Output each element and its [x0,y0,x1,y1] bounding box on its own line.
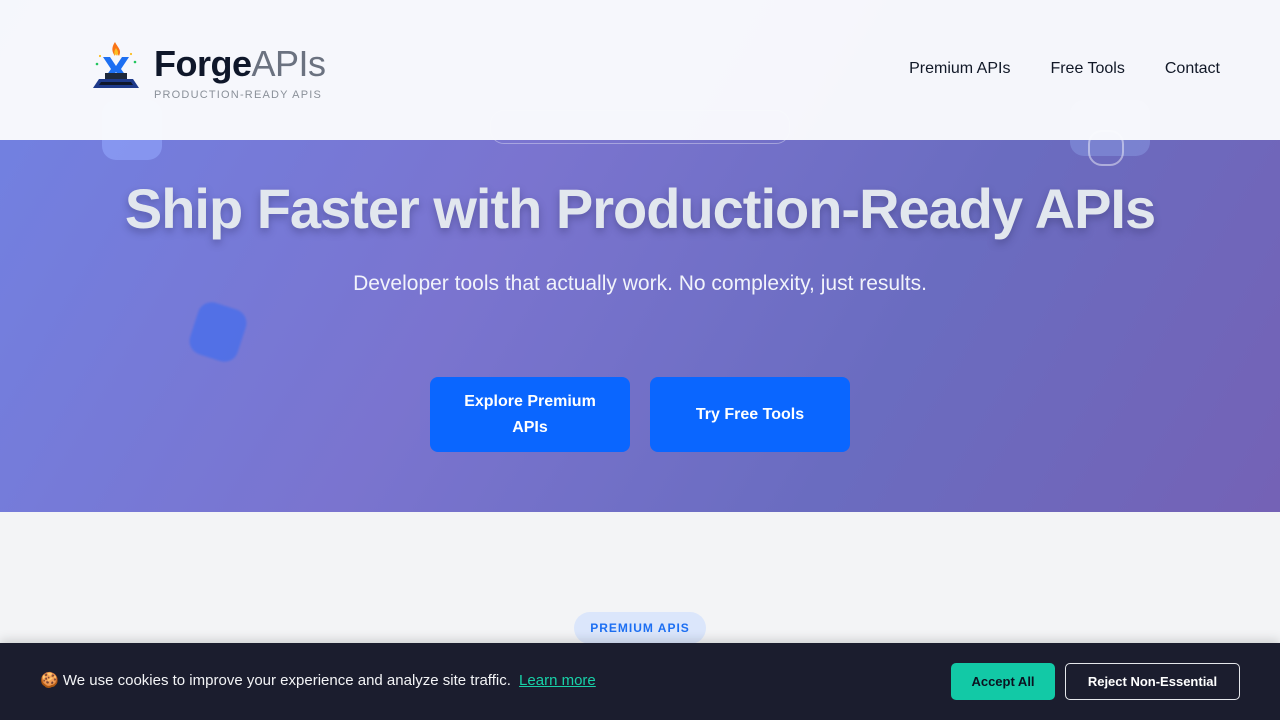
reject-non-essential-button[interactable]: Reject Non-Essential [1065,663,1240,700]
main-nav: Premium APIs Free Tools Contact [869,58,1220,80]
section-badge: PREMIUM APIS [574,612,706,644]
brand-name: ForgeAPIs [154,42,326,86]
site-header: ForgeAPIs PRODUCTION-READY APIS Premium … [0,0,1280,140]
hero-subtitle: Developer tools that actually work. No c… [353,272,927,295]
cookie-icon: 🍪 [40,672,59,689]
hero-title: Ship Faster with Production-Ready APIs [124,177,1156,240]
brand-name-light: APIs [251,43,327,84]
nav-premium-apis[interactable]: Premium APIs [909,58,1010,80]
decorative-shape [185,298,251,366]
accept-all-button[interactable]: Accept All [951,663,1055,700]
anvil-flame-icon [93,42,139,88]
nav-contact[interactable]: Contact [1165,58,1220,80]
cookie-message-text: We use cookies to improve your experienc… [62,672,511,689]
explore-premium-apis-button[interactable]: Explore Premium APIs [430,377,630,452]
cookie-message: 🍪 We use cookies to improve your experie… [40,671,596,691]
brand-tagline: PRODUCTION-READY APIS [154,89,323,101]
learn-more-link[interactable]: Learn more [519,672,596,689]
cookie-banner: 🍪 We use cookies to improve your experie… [0,643,1280,720]
try-free-tools-button[interactable]: Try Free Tools [650,377,850,452]
brand-name-bold: Forge [154,43,252,84]
nav-free-tools[interactable]: Free Tools [1050,58,1124,80]
